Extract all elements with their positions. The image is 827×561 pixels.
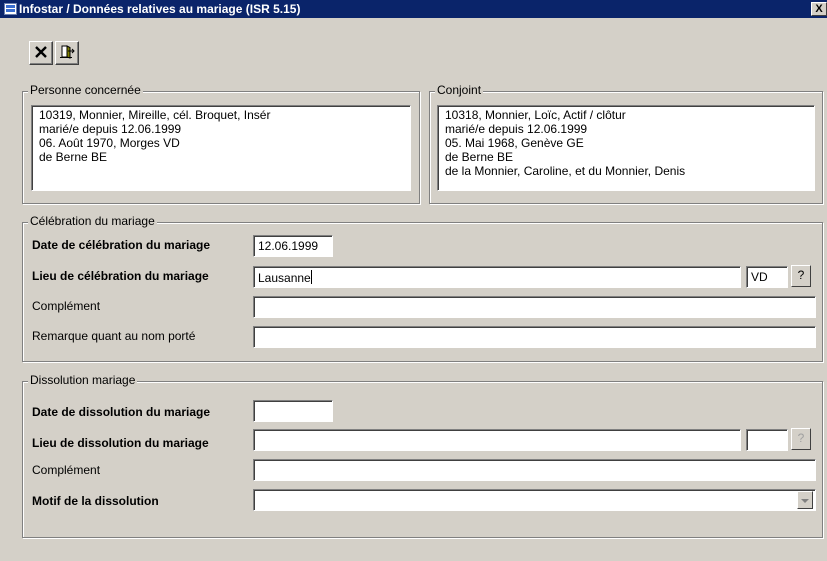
- remarque-nom-label: Remarque quant au nom porté: [32, 329, 196, 343]
- conjoint-line: de la Monnier, Caroline, et du Monnier, …: [445, 164, 686, 178]
- dissolution-lieu-input[interactable]: [253, 429, 741, 451]
- motif-dissolution-select[interactable]: [253, 489, 816, 511]
- personne-concernee-legend: Personne concernée: [28, 83, 143, 97]
- conjoint-line: marié/e depuis 12.06.1999: [445, 122, 588, 136]
- personne-line: 06. Août 1970, Morges VD: [39, 136, 180, 150]
- celebration-complement-input[interactable]: [253, 296, 816, 318]
- conjoint-legend: Conjoint: [435, 83, 484, 97]
- toolbar-exit-button[interactable]: [55, 41, 79, 65]
- celebration-lieu-input[interactable]: Lausanne: [253, 266, 741, 288]
- title-bar: Infostar / Données relatives au mariage …: [0, 0, 827, 18]
- celebration-legend: Célébration du mariage: [28, 214, 157, 228]
- dissolution-legend: Dissolution mariage: [28, 373, 138, 387]
- celebration-lieu-value: Lausanne: [258, 271, 311, 285]
- dissolution-complement-input[interactable]: [253, 459, 816, 481]
- personne-info-box: 10319, Monnier, Mireille, cél. Broquet, …: [31, 105, 411, 191]
- conjoint-line: 05. Mai 1968, Genève GE: [445, 136, 584, 150]
- dissolution-lieu-label: Lieu de dissolution du mariage: [32, 436, 209, 450]
- celebration-canton-input[interactable]: VD: [746, 266, 788, 288]
- close-x-icon: [34, 45, 48, 62]
- toolbar-close-button[interactable]: [29, 41, 53, 65]
- motif-dissolution-label: Motif de la dissolution: [32, 494, 159, 508]
- app-icon: [4, 3, 17, 15]
- dissolution-date-input[interactable]: [253, 400, 333, 422]
- window-close-button[interactable]: X: [811, 2, 827, 16]
- celebration-date-label: Date de célébration du mariage: [32, 238, 211, 252]
- personne-line: marié/e depuis 12.06.1999: [39, 122, 182, 136]
- motif-dropdown-button[interactable]: [797, 491, 813, 509]
- dissolution-complement-label: Complément: [32, 463, 101, 477]
- text-cursor: [310, 270, 312, 284]
- celebration-date-input[interactable]: 12.06.1999: [253, 235, 333, 257]
- remarque-nom-input[interactable]: [253, 326, 816, 348]
- conjoint-info-box: 10318, Monnier, Loïc, Actif / clôtur mar…: [437, 105, 815, 191]
- dissolution-date-label: Date de dissolution du mariage: [32, 405, 211, 419]
- celebration-lieu-help-button[interactable]: ?: [791, 265, 811, 287]
- window-title: Infostar / Données relatives au mariage …: [19, 2, 301, 16]
- personne-line: de Berne BE: [39, 150, 108, 164]
- celebration-complement-label: Complément: [32, 299, 101, 313]
- conjoint-line: de Berne BE: [445, 150, 514, 164]
- dissolution-canton-input[interactable]: [746, 429, 788, 451]
- celebration-lieu-label: Lieu de célébration du mariage: [32, 269, 209, 283]
- conjoint-line: 10318, Monnier, Loïc, Actif / clôtur: [445, 108, 626, 122]
- personne-line: 10319, Monnier, Mireille, cél. Broquet, …: [39, 108, 271, 122]
- exit-door-icon: [59, 44, 75, 63]
- chevron-down-icon: [801, 493, 809, 507]
- dissolution-lieu-help-button[interactable]: ?: [791, 428, 811, 450]
